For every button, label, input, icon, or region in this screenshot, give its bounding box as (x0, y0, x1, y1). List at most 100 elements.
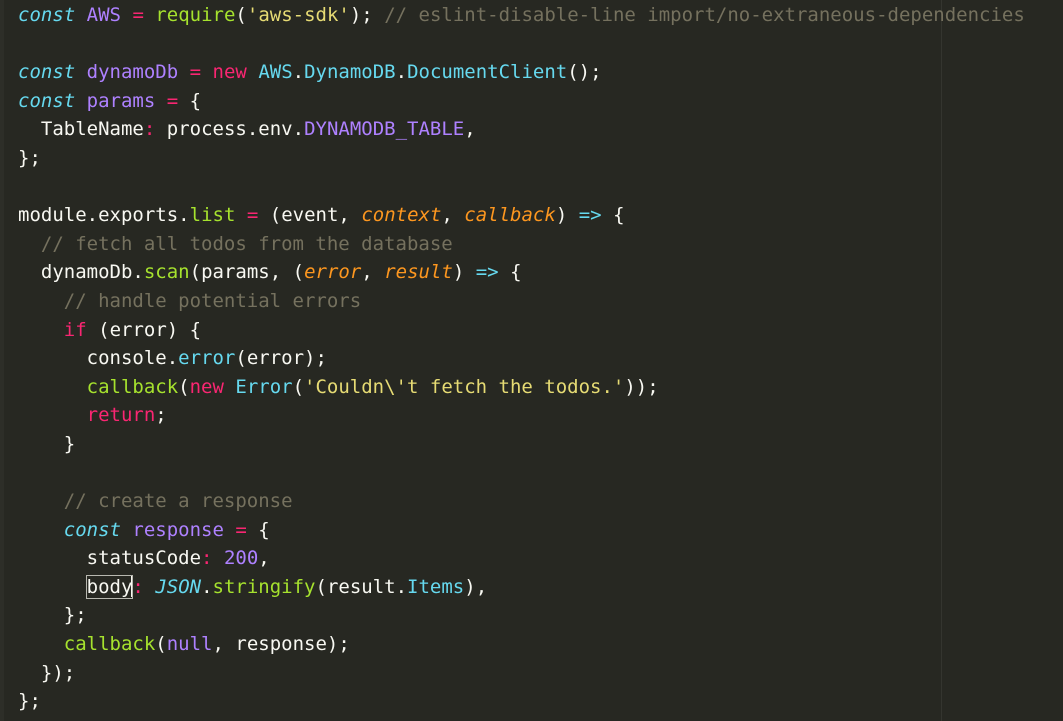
code-token: exports (98, 204, 179, 227)
code-line-4[interactable]: const params = { (18, 87, 1025, 116)
code-token: . (246, 118, 259, 141)
code-token: ; (155, 404, 167, 427)
code-line-18[interactable]: // create a response (18, 487, 1025, 516)
code-line-9[interactable]: // fetch all todos from the database (18, 230, 1025, 259)
code-token: = (189, 61, 202, 84)
code-token: ) (624, 375, 636, 398)
code-token: } (63, 604, 76, 627)
code-token: console (86, 347, 167, 370)
code-token: require (155, 4, 236, 26)
code-line-7[interactable] (18, 173, 1025, 202)
code-token: { (613, 204, 625, 227)
code-token: dynamoDb (40, 261, 133, 284)
code-line-12[interactable]: if (error) { (18, 316, 1025, 345)
editor-gutter (0, 0, 4, 721)
code-token: process (166, 118, 247, 141)
code-line-22[interactable]: }; (18, 601, 1025, 630)
code-token: JSON (155, 575, 202, 598)
code-line-20[interactable]: statusCode: 200, (18, 544, 1025, 573)
code-token: = (132, 4, 144, 26)
code-token: TableName (40, 118, 144, 141)
code-token: , (269, 261, 282, 284)
code-line-16[interactable]: } (18, 430, 1025, 459)
code-token: . (201, 575, 213, 598)
code-line-24[interactable]: }); (18, 659, 1025, 688)
code-token: result (384, 261, 453, 284)
code-token: , (441, 204, 453, 227)
code-token: ) (555, 204, 568, 227)
code-token: } (18, 690, 30, 713)
code-token: ) (464, 575, 476, 598)
code-token: new (212, 61, 247, 84)
code-line-23[interactable]: callback(null, response); (18, 630, 1025, 659)
code-token: ( (235, 347, 247, 370)
code-token: error (178, 347, 236, 370)
code-line-11[interactable]: // handle potential errors (18, 287, 1025, 316)
code-token: ; (63, 661, 76, 684)
code-editor[interactable]: const AWS = require('aws-sdk'); // eslin… (0, 0, 1063, 721)
code-token: ) (166, 318, 179, 341)
code-token: null (166, 633, 213, 656)
code-line-2[interactable] (18, 30, 1025, 59)
code-token: ; (29, 146, 41, 169)
code-line-3[interactable]: const dynamoDb = new AWS.DynamoDB.Docume… (18, 58, 1025, 87)
code-token: { (189, 89, 202, 112)
code-line-10[interactable]: dynamoDb.scan(params, (error, result) =>… (18, 258, 1025, 287)
code-token: stringify (212, 575, 316, 598)
code-token: result (326, 575, 396, 598)
code-line-15[interactable]: return; (18, 401, 1025, 430)
code-token: , (464, 118, 476, 141)
code-token: error (304, 261, 362, 284)
code-line-5[interactable]: TableName: process.env.DYNAMODB_TABLE, (18, 115, 1025, 144)
code-token: callback (464, 204, 556, 227)
code-token: module (18, 204, 87, 227)
code-token: 200 (223, 547, 259, 570)
code-token: , (361, 261, 373, 284)
code-line-6[interactable]: }; (18, 144, 1025, 173)
code-line-25[interactable]: }; (18, 687, 1025, 716)
code-token: => (578, 204, 602, 227)
code-token: ) (52, 661, 64, 684)
code-token: error (109, 318, 167, 341)
code-token: params (201, 261, 270, 284)
code-token: : (143, 118, 156, 141)
code-token: ) (304, 347, 316, 370)
selected-token[interactable]: body (85, 574, 134, 599)
code-token: const (63, 518, 121, 541)
code-line-1[interactable]: const AWS = require('aws-sdk'); // eslin… (18, 1, 1025, 30)
code-token: ( (292, 375, 305, 398)
code-token: { (258, 518, 270, 541)
code-token: = (235, 518, 247, 541)
code-content[interactable]: const AWS = require('aws-sdk'); // eslin… (18, 1, 1025, 716)
code-token: } (18, 146, 30, 169)
code-token: env (258, 118, 293, 141)
code-token: ; (361, 4, 373, 26)
code-token: const (18, 4, 76, 26)
code-line-13[interactable]: console.error(error); (18, 344, 1025, 373)
code-token: ( (98, 318, 110, 341)
code-line-8[interactable]: module.exports.list = (event, context, c… (18, 201, 1025, 230)
code-token: ( (155, 633, 167, 656)
code-token: . (86, 204, 99, 227)
code-line-14[interactable]: callback(new Error('Couldn\'t fetch the … (18, 373, 1025, 402)
code-line-21[interactable]: body: JSON.stringify(result.Items), (18, 573, 1025, 602)
code-line-17[interactable] (18, 459, 1025, 488)
code-line-19[interactable]: const response = { (18, 516, 1025, 545)
